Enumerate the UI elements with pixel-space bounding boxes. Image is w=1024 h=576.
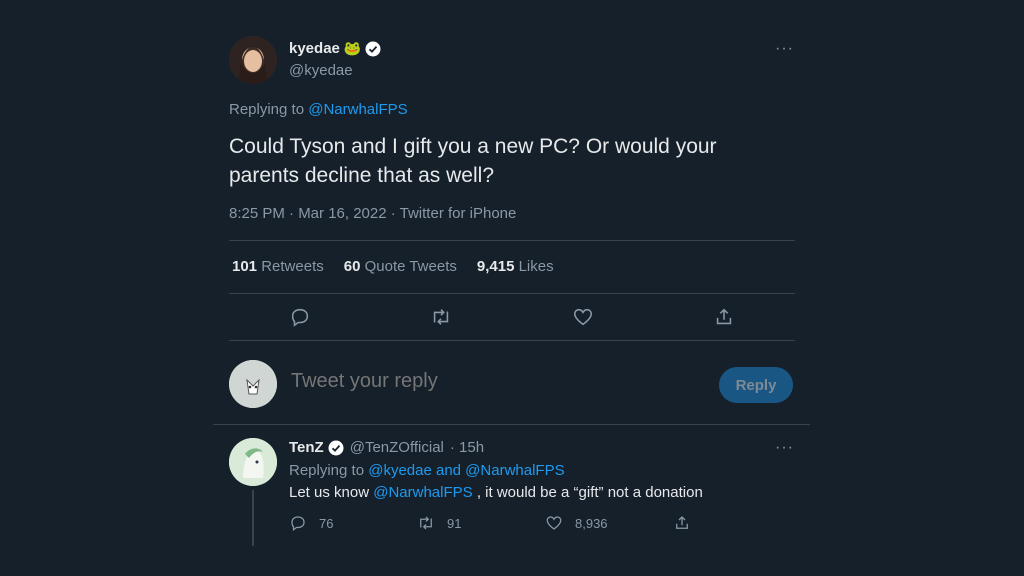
thread-connector-line	[252, 490, 254, 546]
author-handle[interactable]: @kyedae	[289, 62, 353, 79]
reply-share-action[interactable]	[673, 514, 713, 532]
reply-reply-action[interactable]: 76	[289, 514, 417, 532]
reply-input[interactable]	[291, 370, 691, 393]
replying-prefix: Replying to	[289, 462, 365, 479]
tweet-actions	[229, 303, 795, 331]
reply-like-action[interactable]: 8,936	[545, 514, 673, 532]
like-icon	[546, 516, 562, 530]
frog-emoji-icon: 🐸	[343, 40, 362, 56]
reply-button[interactable]: Reply	[719, 367, 793, 403]
verified-icon	[365, 41, 381, 56]
share-icon[interactable]	[710, 303, 738, 331]
user-avatar[interactable]	[229, 360, 277, 408]
reply-text: Let us know @NarwhalFPS , it would be a …	[289, 484, 703, 501]
reply-text-start: Let us know	[289, 484, 370, 501]
tweet-text: Could Tyson and I gift you a new PC? Or …	[229, 135, 717, 187]
reply-actions: 76 91 8,936	[289, 514, 719, 532]
retweet-icon	[420, 516, 432, 530]
divider	[229, 240, 795, 241]
reply-replying-to: Replying to @kyedae and @NarwhalFPS	[289, 462, 565, 479]
tweet-thread: kyedae 🐸 @kyedae ··· Replying to @Narwha…	[213, 0, 810, 576]
reply-author-handle[interactable]: @TenZOfficial	[350, 439, 444, 456]
tweet-meta[interactable]: 8:25 PM · Mar 16, 2022 · Twitter for iPh…	[229, 205, 516, 222]
replying-to-links[interactable]: @kyedae and @NarwhalFPS	[368, 462, 564, 479]
reply-mention-link[interactable]: @NarwhalFPS	[373, 484, 472, 501]
quote-tweets-stat[interactable]: 60 Quote Tweets	[344, 258, 457, 275]
kyedae-avatar[interactable]	[229, 36, 277, 84]
tweet-stats: 101 Retweets 60 Quote Tweets 9,415 Likes	[232, 258, 554, 275]
divider	[229, 340, 795, 341]
divider	[213, 424, 810, 425]
like-count: 8,936	[575, 515, 608, 531]
replying-to: Replying to @NarwhalFPS	[229, 101, 408, 118]
reply-retweet-action[interactable]: 91	[417, 514, 545, 532]
like-icon[interactable]	[569, 303, 597, 331]
verified-icon	[328, 440, 344, 455]
likes-stat[interactable]: 9,415 Likes	[477, 258, 554, 275]
reply-author-name[interactable]: TenZ	[289, 439, 324, 456]
reply-time[interactable]: · 15h	[450, 439, 484, 456]
author-name[interactable]: kyedae	[289, 40, 340, 57]
tenz-avatar[interactable]	[229, 438, 277, 486]
reply-text-end: , it would be a “gift” not a donation	[476, 484, 703, 501]
reply-author-row: TenZ @TenZOfficial · 15h	[289, 439, 484, 456]
retweet-count: 91	[447, 515, 462, 531]
replying-to-link[interactable]: @NarwhalFPS	[308, 101, 407, 118]
share-icon	[676, 516, 688, 529]
replying-prefix: Replying to	[229, 101, 305, 118]
retweet-icon[interactable]	[427, 303, 455, 331]
reply-more-options-icon[interactable]: ···	[775, 439, 794, 457]
reply-count: 76	[319, 515, 334, 531]
retweets-stat[interactable]: 101 Retweets	[232, 258, 324, 275]
reply-icon	[291, 516, 305, 532]
more-options-icon[interactable]: ···	[775, 40, 794, 58]
divider	[229, 293, 795, 294]
reply-icon[interactable]	[286, 303, 314, 331]
tweet-author-row: kyedae 🐸	[289, 40, 381, 57]
